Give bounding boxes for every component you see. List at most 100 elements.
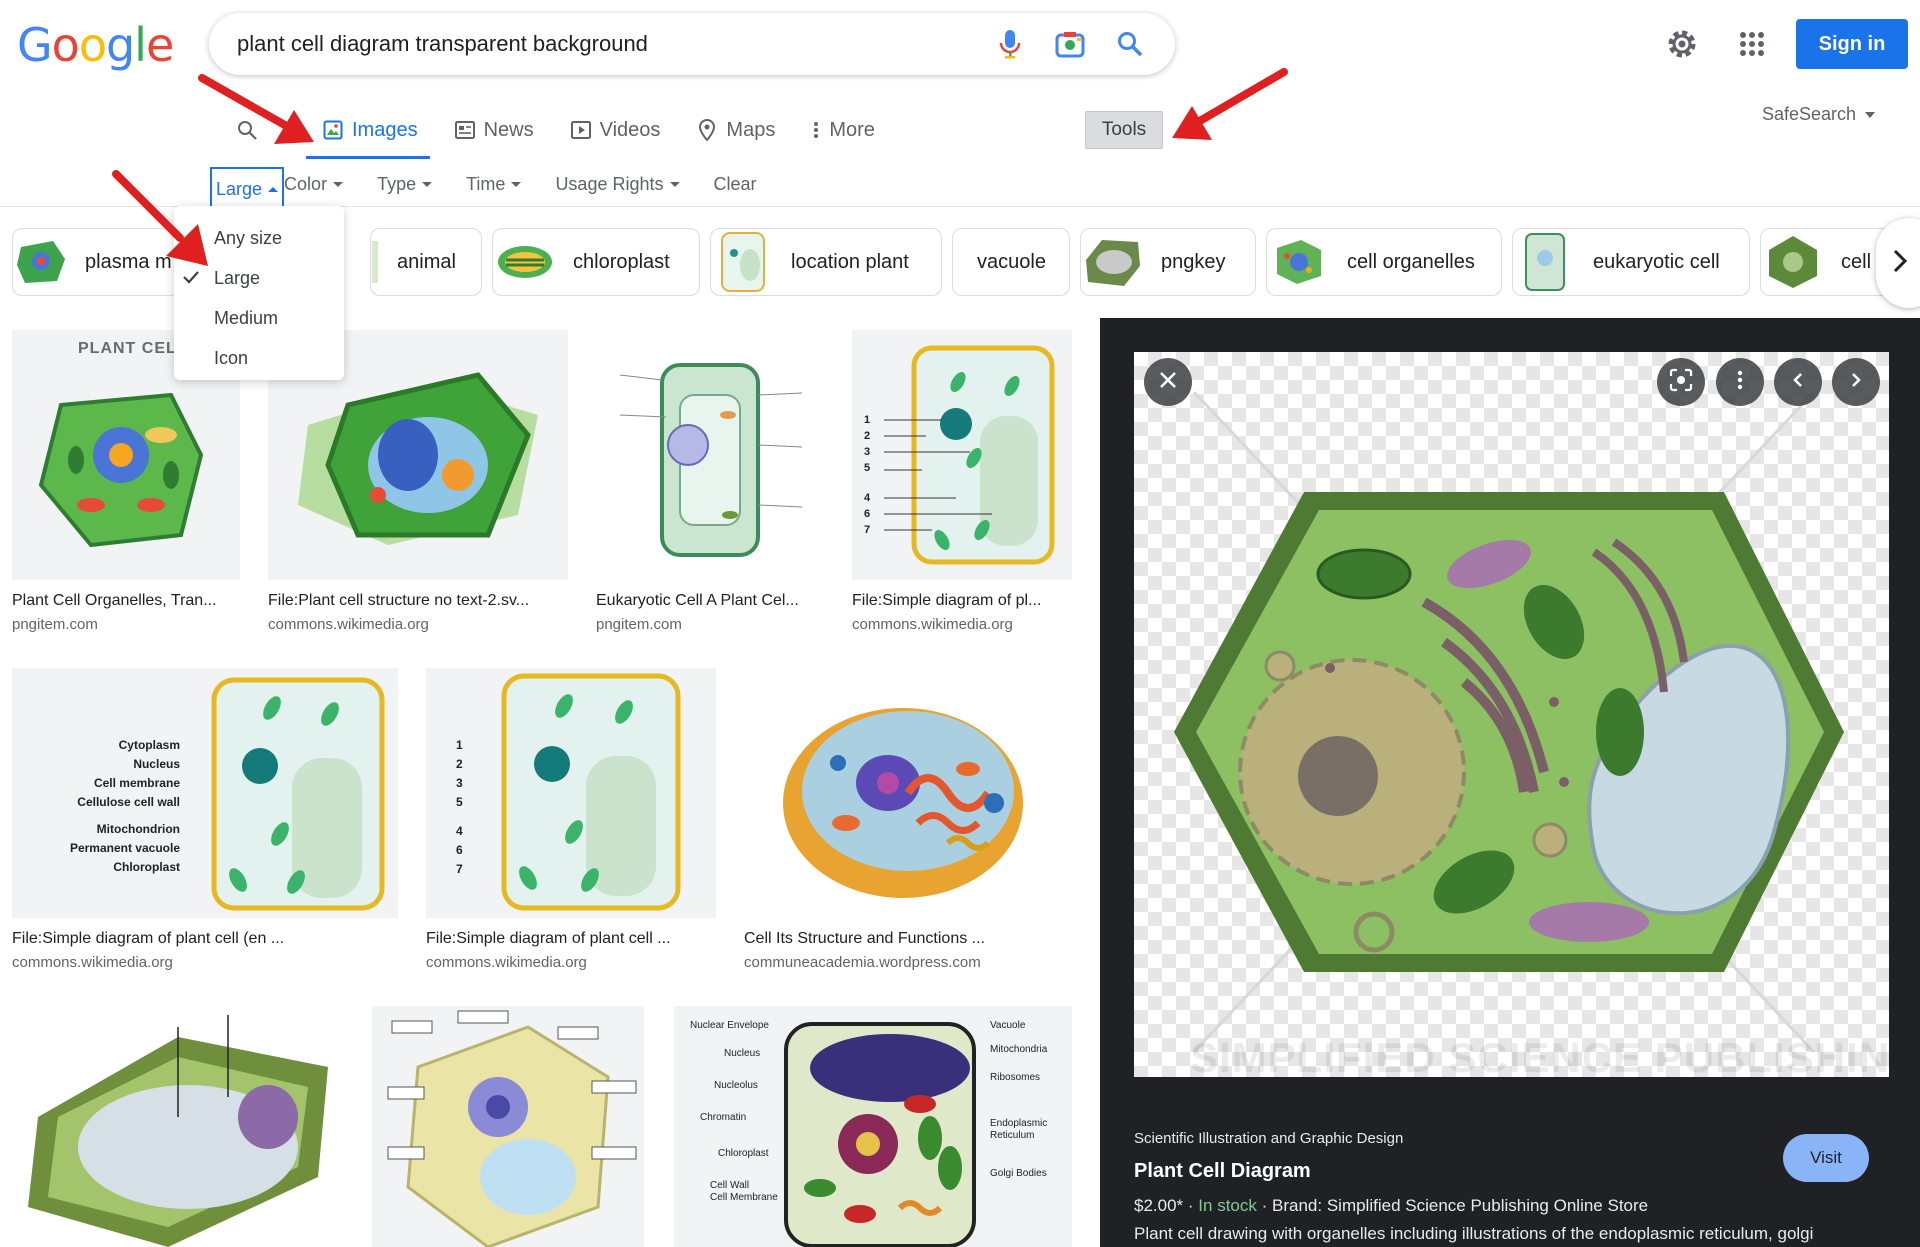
result-title[interactable]: File:Plant cell structure no text-2.sv..… [268,592,568,610]
image-result[interactable]: Cytoplasm Nucleus Cell membrane Cellulos… [12,668,398,971]
previous-image-button[interactable] [1774,358,1822,406]
result-title[interactable]: File:Simple diagram of pl... [852,592,1072,610]
thumbnail-numbers: 1 2 3 5 4 6 7 [864,412,870,538]
camera-lens-icon[interactable] [1055,29,1085,59]
next-image-button[interactable] [1832,358,1880,406]
preview-title[interactable]: Plant Cell Diagram [1134,1160,1311,1183]
size-option-icon[interactable]: Icon [174,338,344,378]
result-thumbnail[interactable] [596,330,824,580]
safesearch-dropdown[interactable]: SafeSearch [1762,104,1876,125]
separator-dot: · [1187,1196,1199,1215]
result-source[interactable]: commons.wikimedia.org [852,616,1072,633]
more-options-button[interactable] [1716,358,1764,406]
chip-thumbnail [493,229,557,295]
image-result[interactable]: Nuclear Envelope Nucleus Nucleolus Chrom… [674,1006,1072,1247]
preview-site-name[interactable]: Scientific Illustration and Graphic Desi… [1134,1130,1403,1147]
thumbnail-label: Chloroplast [718,1148,769,1159]
time-filter[interactable]: Time [466,174,522,195]
result-source[interactable]: communeacademia.wordpress.com [744,954,1072,971]
thumbnail-label: Golgi Bodies [990,1168,1047,1179]
result-source[interactable]: pngitem.com [12,616,240,633]
thumbnail-label: Ribosomes [990,1072,1041,1083]
result-title[interactable]: File:Simple diagram of plant cell ... [426,930,716,948]
result-source[interactable]: commons.wikimedia.org [426,954,716,971]
color-filter[interactable]: Color [284,173,344,195]
chip[interactable]: pngkey [1080,228,1256,296]
tab-all[interactable] [236,114,266,146]
chip[interactable]: vacuole [952,228,1070,296]
tab-maps[interactable]: Maps [696,114,775,146]
size-option-any[interactable]: Any size [174,218,344,258]
chip[interactable]: cell organelles [1266,228,1502,296]
microphone-icon[interactable] [995,29,1025,59]
result-thumbnail[interactable]: Cytoplasm Nucleus Cell membrane Cellulos… [12,668,398,918]
image-result[interactable]: Cell Its Structure and Functions ... com… [744,668,1072,971]
chip-label: vacuole [977,250,1046,273]
apps-grid-icon[interactable] [1734,26,1770,62]
image-result[interactable]: 1 2 3 5 4 6 7 File:Simple diagram of pl.… [852,330,1072,633]
size-option-medium[interactable]: Medium [174,298,344,338]
google-lens-button[interactable] [1657,358,1705,406]
size-filter[interactable]: Large [210,167,285,209]
tab-label: News [483,118,534,141]
image-result[interactable]: 1 2 3 5 4 6 7 File:Simple diagram of pla… [426,668,716,971]
search-icon[interactable] [1115,29,1145,59]
preview-stock-status: In stock [1198,1196,1257,1215]
result-thumbnail[interactable] [12,1006,344,1247]
result-title[interactable]: Eukaryotic Cell A Plant Cel... [596,592,824,610]
thumbnail-label: Cell Wall [710,1180,750,1191]
thumbnail-label: Nuclear Envelope [690,1020,769,1031]
image-result[interactable] [372,1006,644,1247]
more-vert-icon [811,119,821,141]
tools-button[interactable]: Tools [1085,111,1163,149]
tab-news[interactable]: News [454,114,534,146]
result-thumbnail[interactable] [744,668,1072,918]
sign-in-button[interactable]: Sign in [1796,19,1908,69]
size-option-large[interactable]: Large [174,258,344,298]
thumbnail-label: Nucleus [724,1048,761,1059]
result-thumbnail[interactable]: 1 2 3 5 4 6 7 [852,330,1072,580]
tab-more[interactable]: More [811,114,875,146]
visit-button[interactable]: Visit [1783,1134,1869,1182]
result-title[interactable]: File:Simple diagram of plant cell (en ..… [12,930,398,948]
result-source[interactable]: pngitem.com [596,616,824,633]
chip[interactable]: location plant [710,228,942,296]
chip-label: animal [397,250,456,273]
tab-videos[interactable]: Videos [570,114,660,146]
image-result[interactable]: Eukaryotic Cell A Plant Cel... pngitem.c… [596,330,824,633]
result-source[interactable]: commons.wikimedia.org [12,954,398,971]
result-title[interactable]: Cell Its Structure and Functions ... [744,930,1072,948]
result-thumbnail[interactable]: 1 2 3 5 4 6 7 [426,668,716,918]
close-preview-button[interactable] [1144,358,1192,406]
chip[interactable]: chloroplast [492,228,700,296]
thumbnail-labels-right: Vacuole Mitochondria Ribosomes Endoplasm… [990,1020,1060,1180]
chips-next-button[interactable] [1876,218,1920,308]
tab-images[interactable]: Images [322,114,418,146]
chip[interactable]: plasma m [12,228,180,296]
thumbnail-label: Mitochondria [990,1044,1048,1055]
search-box[interactable]: plant cell diagram transparent backgroun… [209,13,1175,75]
color-filter-label: Color [284,173,328,194]
preview-image[interactable]: SIMPLIFIED SCIENCE PUBLISHING [1134,352,1889,1077]
result-thumbnail[interactable]: Nuclear Envelope Nucleus Nucleolus Chrom… [674,1006,1072,1247]
logo-letter: e [145,18,174,72]
search-input[interactable]: plant cell diagram transparent backgroun… [237,31,995,57]
result-source[interactable]: commons.wikimedia.org [268,616,568,633]
thumbnail-number: 1 [864,414,871,426]
thumbnail-label: Chloroplast [113,860,180,874]
result-thumbnail[interactable] [372,1006,644,1247]
google-logo[interactable]: Google [17,18,174,72]
chip[interactable]: animal [370,228,482,296]
chip[interactable]: eukaryotic cell [1512,228,1750,296]
thumbnail-label: Cell membrane [93,776,180,790]
result-title[interactable]: Plant Cell Organelles, Tran... [12,592,240,610]
clear-filters-link[interactable]: Clear [714,174,757,195]
search-icon [236,119,258,141]
thumbnail-label: Endoplasmic Reticulum [990,1118,1048,1141]
image-preview-panel: SIMPLIFIED SCIENCE PUBLISHING Scientific… [1100,318,1920,1247]
type-filter[interactable]: Type [377,174,433,195]
usage-rights-filter[interactable]: Usage Rights [555,174,680,195]
image-result[interactable] [12,1006,344,1247]
lens-icon [1669,368,1693,397]
gear-icon[interactable] [1664,26,1700,62]
